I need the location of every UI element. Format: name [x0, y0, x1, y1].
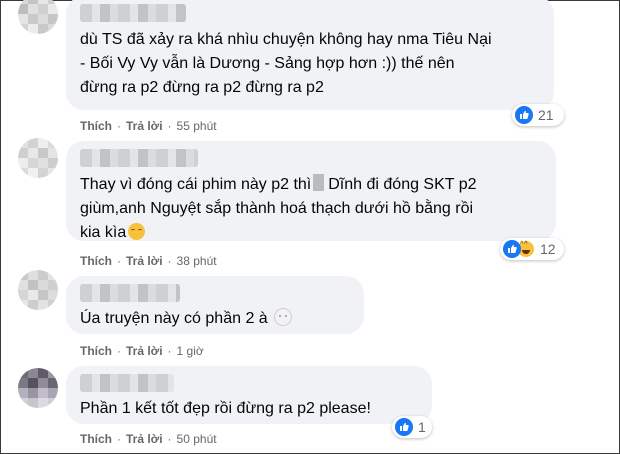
comment-text: Phần 1 kết tốt đẹp rồi đừng ra p2 please… [80, 400, 371, 417]
blurred-name [313, 174, 325, 191]
like-button[interactable]: Thích [80, 119, 112, 133]
reaction-count[interactable]: 12 [500, 238, 564, 260]
separator: · [167, 344, 172, 358]
like-button[interactable]: Thích [80, 432, 112, 446]
blurred-author-name[interactable] [80, 4, 186, 22]
comment-actions: Thích · Trả lời · 1 giờ [80, 344, 204, 358]
separator: · [117, 119, 121, 133]
comment-text: dù TS đã xảy ra khá nhìu chuyện không ha… [80, 31, 492, 96]
avatar[interactable] [18, 270, 58, 310]
reply-button[interactable]: Trả lời [126, 254, 163, 268]
comment-text: Thay vì đóng cái phim này p2 thì Dĩnh đi … [80, 174, 477, 241]
reaction-count[interactable]: 21 [512, 104, 564, 126]
separator: · [167, 432, 172, 446]
avatar[interactable] [18, 368, 58, 408]
reaction-count-value: 21 [538, 107, 554, 123]
comment-bubble: dù TS đã xảy ra khá nhìu chuyện không ha… [66, 0, 554, 110]
comment-bubble: Thay vì đóng cái phim này p2 thì Dĩnh đi … [66, 141, 556, 241]
moon-face-icon [274, 308, 293, 326]
separator: · [117, 432, 121, 446]
like-button[interactable]: Thích [80, 254, 112, 268]
comment-text: Úa truyện này có phần 2 à [80, 308, 350, 330]
separator: · [167, 119, 172, 133]
separator: · [117, 344, 121, 358]
comment-actions: Thích · Trả lời · 38 phút [80, 254, 217, 268]
reaction-count[interactable]: 1 [392, 416, 432, 438]
blurred-author-name[interactable] [80, 284, 180, 302]
comment-actions: Thích · Trả lời · 55 phút [80, 119, 217, 133]
timestamp[interactable]: 50 phút [177, 432, 217, 446]
separator: · [117, 254, 121, 268]
like-icon [395, 418, 413, 436]
relieved-face-icon [128, 223, 146, 240]
timestamp[interactable]: 55 phút [177, 119, 217, 133]
comment-bubble: Úa truyện này có phần 2 à [66, 276, 364, 334]
comment-actions: Thích · Trả lời · 50 phút [80, 432, 217, 446]
reply-button[interactable]: Trả lời [126, 344, 163, 358]
reaction-count-value: 1 [418, 419, 426, 435]
reply-button[interactable]: Trả lời [126, 119, 163, 133]
like-icon [503, 240, 521, 258]
blurred-author-name[interactable] [80, 149, 198, 167]
blurred-author-name[interactable] [80, 374, 174, 392]
avatar[interactable] [18, 138, 58, 178]
comment-bubble: Phần 1 kết tốt đẹp rồi đừng ra p2 please… [66, 366, 432, 424]
timestamp[interactable]: 1 giờ [177, 344, 204, 358]
like-button[interactable]: Thích [80, 344, 112, 358]
separator: · [167, 254, 172, 268]
reaction-count-value: 12 [540, 241, 556, 257]
like-icon [515, 106, 533, 124]
timestamp[interactable]: 38 phút [177, 254, 217, 268]
reply-button[interactable]: Trả lời [126, 432, 163, 446]
